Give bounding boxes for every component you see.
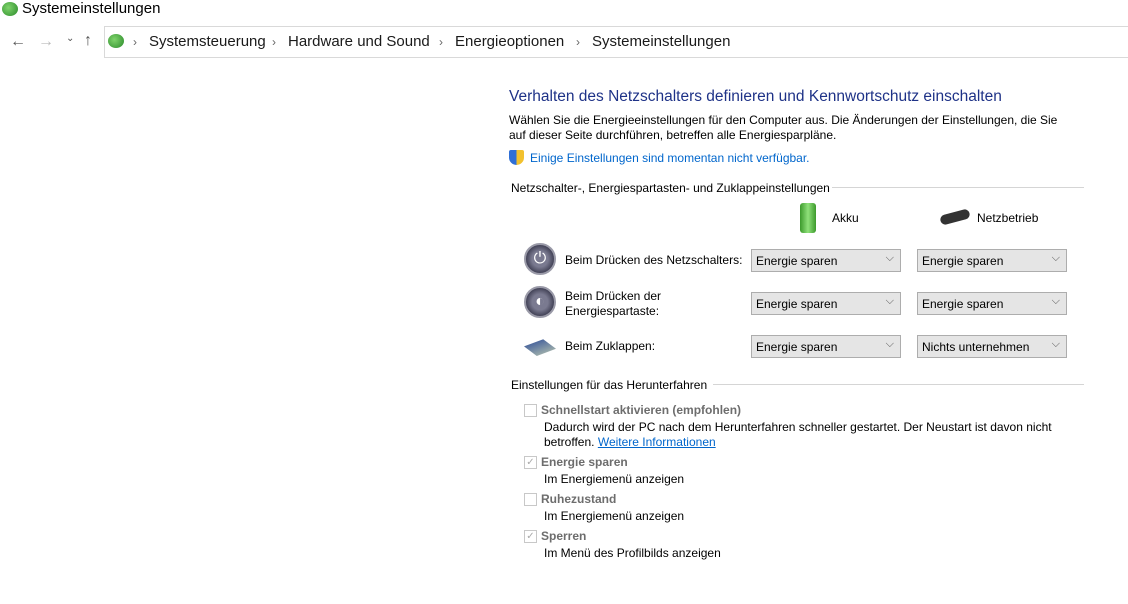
- window-title: Systemeinstellungen: [22, 0, 161, 17]
- hibernate-description: Im Energiemenü anzeigen: [544, 509, 685, 523]
- chevron-down-icon: ⌵: [1051, 295, 1060, 307]
- power-button-battery-select[interactable]: Energie sparen ⌵: [751, 249, 901, 272]
- breadcrumb-systemsteuerung[interactable]: Systemsteuerung: [149, 33, 266, 50]
- chevron-right-icon: ›: [133, 35, 137, 49]
- row-label-power-button: Beim Drücken des Netzschalters:: [565, 253, 743, 267]
- select-value: Energie sparen: [756, 254, 838, 268]
- breadcrumb-hardware[interactable]: Hardware und Sound: [288, 33, 430, 50]
- group-title-shutdown: Einstellungen für das Herunterfahren: [511, 378, 708, 392]
- back-arrow-icon[interactable]: ←: [10, 33, 26, 51]
- power-button-ac-select[interactable]: Energie sparen ⌵: [917, 249, 1067, 272]
- col-ac-label: Netzbetrieb: [977, 211, 1039, 225]
- lid-battery-select[interactable]: Energie sparen ⌵: [751, 335, 901, 358]
- group-title-buttons: Netzschalter-, Energiespartasten- und Zu…: [511, 181, 830, 195]
- hibernate-checkbox[interactable]: [524, 493, 537, 506]
- unavailable-settings-link[interactable]: Einige Einstellungen sind momentan nicht…: [530, 151, 810, 165]
- uac-shield-icon: [509, 150, 524, 165]
- lid-ac-select[interactable]: Nichts unternehmen ⌵: [917, 335, 1067, 358]
- fast-startup-description: Dadurch wird der PC nach dem Herunterfah…: [544, 420, 1064, 450]
- battery-icon: [800, 203, 816, 233]
- page-description: Wählen Sie die Energieeinstellungen für …: [509, 113, 1058, 142]
- row-label-lid: Beim Zuklappen:: [565, 339, 656, 353]
- control-panel-icon: [108, 34, 124, 48]
- select-value: Energie sparen: [756, 297, 838, 311]
- chevron-down-icon: ⌵: [885, 338, 894, 350]
- hibernate-label: Ruhezustand: [541, 492, 617, 506]
- sleep-button-ac-select[interactable]: Energie sparen ⌵: [917, 292, 1067, 315]
- chevron-down-icon: ⌵: [1051, 252, 1060, 264]
- row-label-sleep-button: Beim Drücken der Energiespartaste:: [565, 289, 662, 318]
- forward-arrow-icon[interactable]: →: [38, 33, 54, 51]
- divider: [832, 187, 1084, 188]
- sleep-button-icon: ◐: [524, 286, 556, 318]
- divider: [713, 384, 1084, 385]
- chevron-right-icon: ›: [272, 35, 276, 49]
- breadcrumb-energieoptionen[interactable]: Energieoptionen: [455, 33, 564, 50]
- laptop-lid-icon: [524, 339, 556, 356]
- chevron-down-icon: ⌵: [1051, 338, 1060, 350]
- sleep-button-battery-select[interactable]: Energie sparen ⌵: [751, 292, 901, 315]
- up-arrow-icon[interactable]: ↑: [84, 32, 92, 50]
- chevron-down-icon: ⌵: [885, 295, 894, 307]
- select-value: Energie sparen: [756, 340, 838, 354]
- lock-description: Im Menü des Profilbilds anzeigen: [544, 546, 721, 560]
- select-value: Energie sparen: [922, 254, 1004, 268]
- col-battery-label: Akku: [832, 211, 859, 225]
- page-title: Verhalten des Netzschalters definieren u…: [509, 88, 1002, 105]
- lock-label: Sperren: [541, 529, 587, 543]
- recent-chevron-icon[interactable]: ⌄: [66, 33, 74, 44]
- sleep-label: Energie sparen: [541, 455, 628, 469]
- power-options-icon: [2, 2, 18, 16]
- lock-checkbox[interactable]: ✓: [524, 530, 537, 543]
- more-info-link[interactable]: Weitere Informationen: [598, 435, 716, 449]
- select-value: Nichts unternehmen: [922, 340, 1030, 354]
- breadcrumb-systemeinstellungen[interactable]: Systemeinstellungen: [592, 33, 730, 50]
- fast-startup-label: Schnellstart aktivieren (empfohlen): [541, 403, 742, 417]
- chevron-right-icon: ›: [576, 35, 580, 49]
- chevron-down-icon: ⌵: [885, 252, 894, 264]
- sleep-checkbox[interactable]: ✓: [524, 456, 537, 469]
- chevron-right-icon: ›: [439, 35, 443, 49]
- sleep-description: Im Energiemenü anzeigen: [544, 472, 685, 486]
- power-plug-icon: [939, 208, 971, 226]
- select-value: Energie sparen: [922, 297, 1004, 311]
- fast-startup-checkbox[interactable]: [524, 404, 537, 417]
- power-button-icon: ⏻: [524, 243, 556, 275]
